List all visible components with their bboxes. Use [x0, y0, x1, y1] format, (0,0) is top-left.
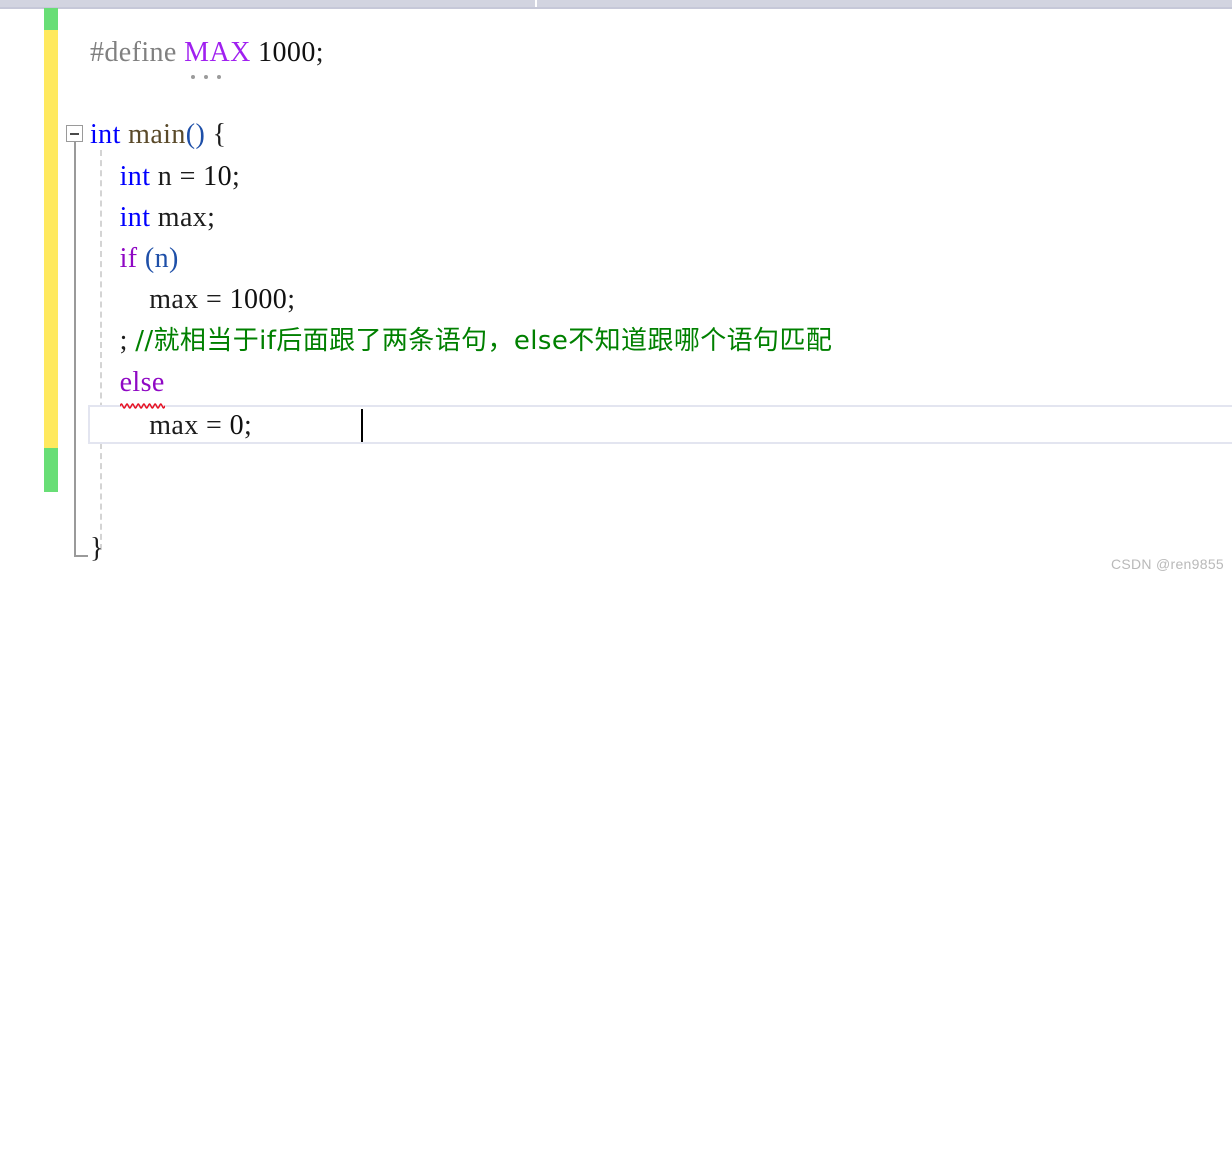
- token-macro-name[interactable]: MAX: [184, 32, 251, 79]
- token-preprocessor: #define: [90, 37, 177, 68]
- code-line-13[interactable]: }: [90, 528, 104, 569]
- token-close-brace: }: [90, 533, 104, 564]
- token-semicolon: ;: [119, 325, 128, 356]
- token-expression: max;: [150, 202, 216, 233]
- code-line-6[interactable]: if (n): [90, 238, 179, 279]
- code-text-area[interactable]: #define MAX 1000; int main() { int n = 1…: [0, 0, 1232, 576]
- token-keyword-int: int: [119, 161, 151, 192]
- token-number: 10: [203, 161, 232, 192]
- token-parens: (): [185, 119, 206, 150]
- token-number: 0: [229, 410, 245, 441]
- token-keyword-int: int: [119, 202, 151, 233]
- token-expression: n =: [150, 161, 204, 192]
- watermark-label: CSDN @ren9855: [1110, 556, 1224, 572]
- token-assignment: max =: [149, 410, 230, 441]
- token-semicolon: ;: [287, 284, 296, 315]
- code-line-8[interactable]: ; //就相当于if后面跟了两条语句，else不知道跟哪个语句匹配: [90, 320, 832, 361]
- token-semicolon: ;: [315, 37, 324, 68]
- token-assignment: max =: [149, 284, 230, 315]
- token-number: 1000: [229, 284, 288, 315]
- code-line-10[interactable]: max = 0;: [90, 405, 252, 446]
- code-line-4[interactable]: int n = 10;: [90, 156, 240, 197]
- smart-tag-dots-icon[interactable]: [185, 75, 252, 80]
- text-caret: [361, 409, 364, 442]
- token-keyword-int: int: [90, 119, 121, 150]
- code-editor-window: #define MAX 1000; int main() { int n = 1…: [0, 0, 1232, 576]
- token-keyword-else[interactable]: else: [119, 362, 165, 409]
- token-keyword-if: if: [119, 243, 138, 274]
- token-open-brace: {: [212, 119, 227, 150]
- macro-label: MAX: [184, 37, 251, 68]
- code-line-1[interactable]: #define MAX 1000;: [90, 32, 324, 79]
- else-label: else: [119, 367, 165, 398]
- token-condition: (n): [144, 243, 179, 274]
- token-comment: //就相当于if后面跟了两条语句，else不知道跟哪个语句匹配: [135, 326, 833, 356]
- code-line-9[interactable]: else: [90, 362, 165, 409]
- code-line-3[interactable]: int main() {: [90, 114, 226, 155]
- code-line-7[interactable]: max = 1000;: [90, 279, 295, 320]
- token-semicolon: ;: [231, 161, 241, 192]
- token-function-name: main: [128, 119, 186, 150]
- token-semicolon: ;: [244, 410, 253, 441]
- token-number: 1000: [258, 37, 316, 68]
- code-line-5[interactable]: int max;: [90, 197, 215, 238]
